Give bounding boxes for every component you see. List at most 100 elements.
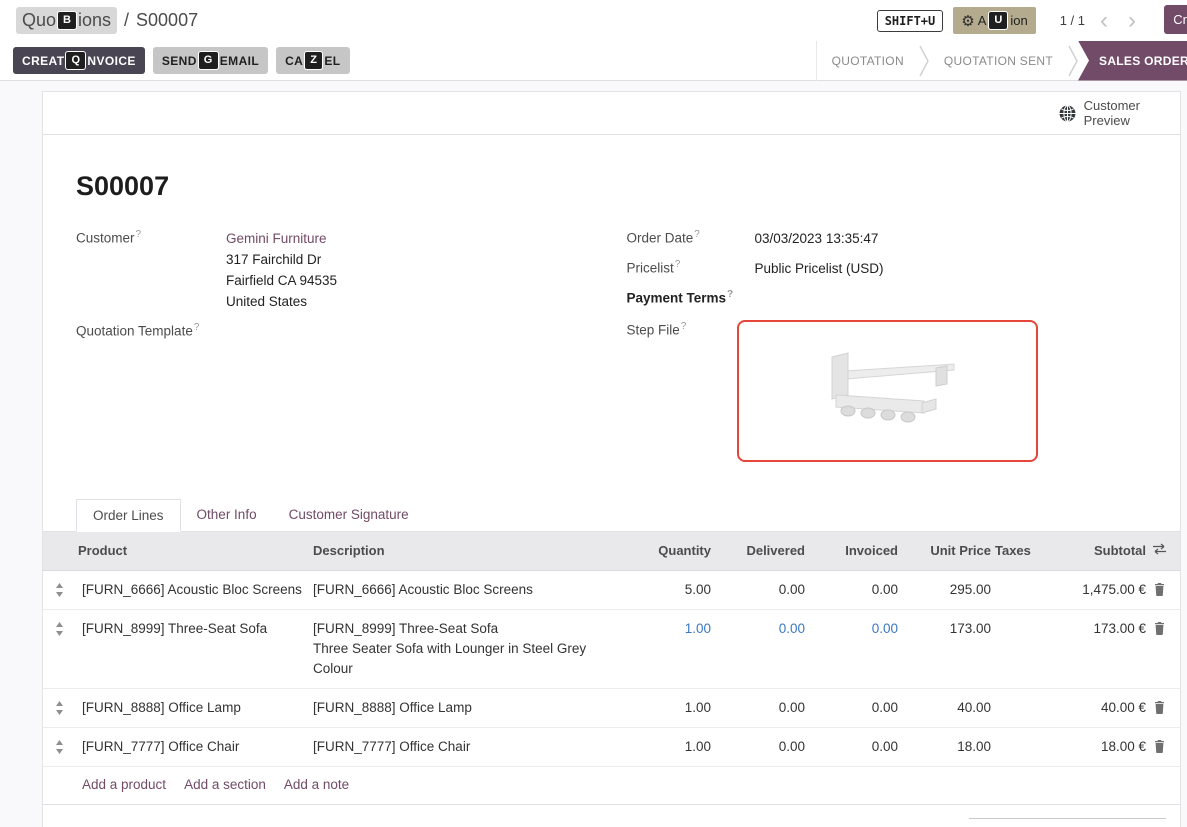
cell-quantity[interactable]: 1.00 — [626, 610, 713, 648]
corner-button[interactable]: Cr — [1164, 5, 1187, 34]
add-a-product-link[interactable]: Add a product — [82, 777, 166, 792]
breadcrumb-quotations-text-pre: Quo — [22, 10, 56, 31]
action-menu-button[interactable]: ⚙ A U ion — [953, 7, 1035, 34]
help-icon: ? — [727, 289, 733, 300]
header-invoiced[interactable]: Invoiced — [807, 532, 900, 570]
pricelist-value[interactable]: Public Pricelist (USD) — [755, 258, 884, 279]
send-email-button[interactable]: SEND G EMAIL — [153, 47, 268, 74]
delete-row-button[interactable] — [1148, 689, 1180, 714]
send-email-label-post: EMAIL — [220, 54, 259, 68]
trash-icon — [1154, 740, 1165, 753]
quotation-template-field[interactable]: Quotation Template? — [76, 321, 597, 339]
cell-taxes[interactable] — [993, 610, 1041, 628]
sheet-body: S00007 Customer? Gemini Furniture 317 Fa… — [43, 135, 1180, 827]
header-delivered[interactable]: Delivered — [713, 532, 807, 570]
pricelist-field: Pricelist? Public Pricelist (USD) — [627, 258, 1148, 279]
delete-row-button[interactable] — [1148, 610, 1180, 635]
step-file-image[interactable] — [737, 320, 1038, 462]
cell-description[interactable]: [FURN_8999] Three-Seat Sofa Three Seater… — [311, 610, 626, 688]
cell-unit-price[interactable]: 40.00 — [900, 689, 993, 727]
step-file-field: Step File? — [627, 320, 1148, 462]
customer-preview-button[interactable]: Customer Preview — [1059, 98, 1140, 128]
table-row[interactable]: [FURN_8999] Three-Seat Sofa [FURN_8999] … — [43, 610, 1180, 689]
pager-previous-icon[interactable]: ‹ — [1095, 9, 1113, 33]
help-icon: ? — [681, 321, 687, 332]
table-header-row: Product Description Quantity Delivered I… — [43, 532, 1180, 571]
status-sales-order[interactable]: SALES ORDER — [1078, 41, 1187, 81]
order-date-value[interactable]: 03/03/2023 13:35:47 — [755, 228, 879, 249]
add-a-note-link[interactable]: Add a note — [284, 777, 349, 792]
tab-customer-signature[interactable]: Customer Signature — [273, 499, 425, 531]
cell-taxes[interactable] — [993, 728, 1041, 746]
cancel-button[interactable]: CA Z EL — [276, 47, 349, 74]
tab-other-info[interactable]: Other Info — [181, 499, 273, 531]
delete-row-button[interactable] — [1148, 571, 1180, 596]
pager-next-icon[interactable]: › — [1123, 9, 1141, 33]
header-unit-price[interactable]: Unit Price — [900, 532, 993, 570]
table-row[interactable]: [FURN_7777] Office Chair [FURN_7777] Off… — [43, 728, 1180, 767]
header-quantity[interactable]: Quantity — [626, 532, 713, 570]
order-date-label: Order Date? — [627, 228, 755, 249]
drag-handle-icon[interactable] — [43, 689, 76, 715]
table-row[interactable]: [FURN_8888] Office Lamp [FURN_8888] Offi… — [43, 689, 1180, 728]
customer-address-line2: Fairfield CA 94535 — [226, 273, 337, 288]
cell-invoiced: 0.00 — [807, 689, 900, 727]
cell-taxes[interactable] — [993, 689, 1041, 707]
payment-terms-field[interactable]: Payment Terms? — [627, 288, 1148, 306]
breadcrumb-quotations[interactable]: Quo B ions — [16, 7, 117, 34]
header-description[interactable]: Description — [311, 532, 626, 570]
drag-handle-icon[interactable] — [43, 571, 76, 597]
header-taxes[interactable]: Taxes — [993, 532, 1041, 570]
header-subtotal[interactable]: Subtotal — [1041, 532, 1148, 570]
step-file-label: Step File? — [627, 320, 737, 462]
action-label-post: ion — [1010, 13, 1027, 28]
create-invoice-label-post: NVOICE — [87, 54, 135, 68]
gear-icon: ⚙ — [961, 12, 974, 30]
order-form-sheet: Customer Preview S00007 Customer? Gemini… — [42, 91, 1181, 827]
header-product[interactable]: Product — [76, 532, 311, 570]
create-invoice-button[interactable]: CREAT Q NVOICE — [13, 47, 145, 74]
statusbar: QUOTATION QUOTATION SENT SALES ORDER — [816, 41, 1187, 81]
optional-columns-button[interactable] — [1148, 532, 1180, 555]
field-grid: Customer? Gemini Furniture 317 Fairchild… — [76, 228, 1147, 471]
drag-handle-icon[interactable] — [43, 728, 76, 754]
cell-quantity[interactable]: 1.00 — [626, 689, 713, 727]
status-quotation[interactable]: QUOTATION — [817, 54, 919, 68]
customer-address-line1: 317 Fairchild Dr — [226, 252, 321, 267]
tab-order-lines[interactable]: Order Lines — [76, 499, 181, 532]
help-icon: ? — [194, 322, 200, 333]
customer-address-line3: United States — [226, 294, 307, 309]
sheet-header: Customer Preview — [43, 92, 1180, 135]
cell-product[interactable]: [FURN_7777] Office Chair — [76, 728, 311, 766]
trash-icon — [1154, 622, 1165, 635]
send-email-label-pre: SEND — [162, 54, 197, 68]
cell-description[interactable]: [FURN_8888] Office Lamp — [311, 689, 626, 727]
top-navbar: Quo B ions / S00007 SHIFT+U ⚙ A U ion 1 … — [0, 0, 1187, 41]
cell-invoiced: 0.00 — [807, 728, 900, 766]
step-file-3d-model — [802, 341, 972, 441]
table-footer-links: Add a product Add a section Add a note — [43, 767, 1180, 805]
cell-quantity[interactable]: 1.00 — [626, 728, 713, 766]
customer-link[interactable]: Gemini Furniture — [226, 231, 327, 246]
table-row[interactable]: [FURN_6666] Acoustic Bloc Screens [FURN_… — [43, 571, 1180, 610]
cell-unit-price[interactable]: 295.00 — [900, 571, 993, 609]
drag-handle-icon[interactable] — [43, 610, 76, 636]
cell-unit-price[interactable]: 18.00 — [900, 728, 993, 766]
cell-product[interactable]: [FURN_8999] Three-Seat Sofa — [76, 610, 311, 648]
cell-unit-price[interactable]: 173.00 — [900, 610, 993, 648]
cell-description[interactable]: [FURN_6666] Acoustic Bloc Screens — [311, 571, 626, 609]
shortcut-hint-g-badge: G — [199, 52, 218, 69]
notebook-tabs: Order Lines Other Info Customer Signatur… — [43, 499, 1180, 532]
add-a-section-link[interactable]: Add a section — [184, 777, 266, 792]
cell-description[interactable]: [FURN_7777] Office Chair — [311, 728, 626, 766]
customer-preview-label-line2: Preview — [1084, 113, 1130, 128]
cell-taxes[interactable] — [993, 571, 1041, 589]
sheet-footer: Terms and conditions... Total: 1,706.00 … — [76, 805, 1147, 827]
cell-product[interactable]: [FURN_8888] Office Lamp — [76, 689, 311, 727]
cell-product[interactable]: [FURN_6666] Acoustic Bloc Screens — [76, 571, 311, 609]
cell-quantity[interactable]: 5.00 — [626, 571, 713, 609]
delete-row-button[interactable] — [1148, 728, 1180, 753]
customer-preview-label-line1: Customer — [1084, 98, 1140, 113]
cell-delivered: 0.00 — [713, 728, 807, 766]
status-quotation-sent[interactable]: QUOTATION SENT — [929, 54, 1068, 68]
